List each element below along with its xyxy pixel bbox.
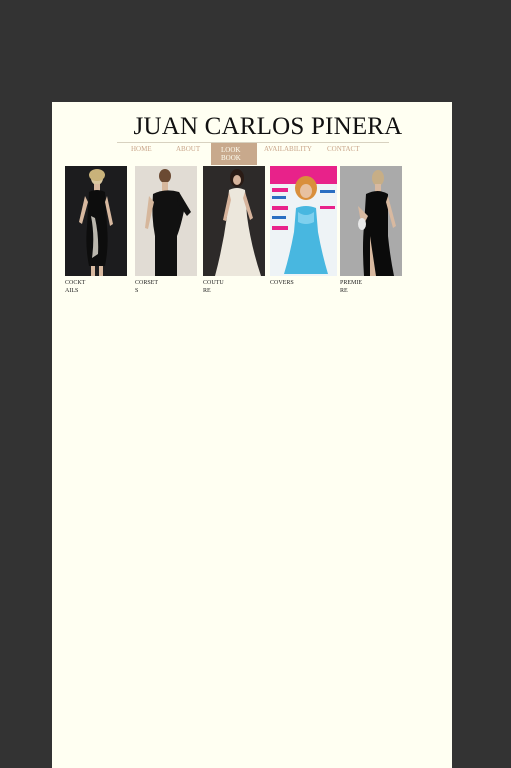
caption-corsets[interactable]: CORSETS [135,279,159,295]
nav-contact[interactable]: CONTACT [327,145,360,153]
gallery-item-corsets[interactable]: CORSETS [135,166,197,295]
nav-availability[interactable]: AVAILABILITY [264,145,312,153]
page-content: JUAN CARLOS PINERA HOME ABOUT LOOK BOOK … [52,102,452,768]
caption-premiere[interactable]: PREMIERE [340,279,364,295]
couture-photo[interactable] [203,166,265,276]
caption-cocktails[interactable]: COCKTAILS [65,279,89,295]
corsets-photo[interactable] [135,166,197,276]
nav-look-book[interactable]: LOOK BOOK [211,143,257,165]
caption-couture[interactable]: COUTURE [203,279,227,295]
main-nav: HOME ABOUT LOOK BOOK AVAILABILITY CONTAC… [52,143,452,167]
nav-about[interactable]: ABOUT [176,145,200,153]
gallery-item-cocktails[interactable]: COCKTAILS [65,166,127,295]
site-title: JUAN CARLOS PINERA [133,113,403,140]
gallery-item-premiere[interactable]: PREMIERE [340,166,402,295]
premiere-photo[interactable] [340,166,402,276]
nav-home[interactable]: HOME [131,145,152,153]
gallery-item-couture[interactable]: COUTURE [203,166,265,295]
cocktails-photo[interactable] [65,166,127,276]
covers-photo[interactable] [270,166,337,276]
caption-covers[interactable]: COVERS [270,279,294,287]
gallery-item-covers[interactable]: COVERS [270,166,337,287]
